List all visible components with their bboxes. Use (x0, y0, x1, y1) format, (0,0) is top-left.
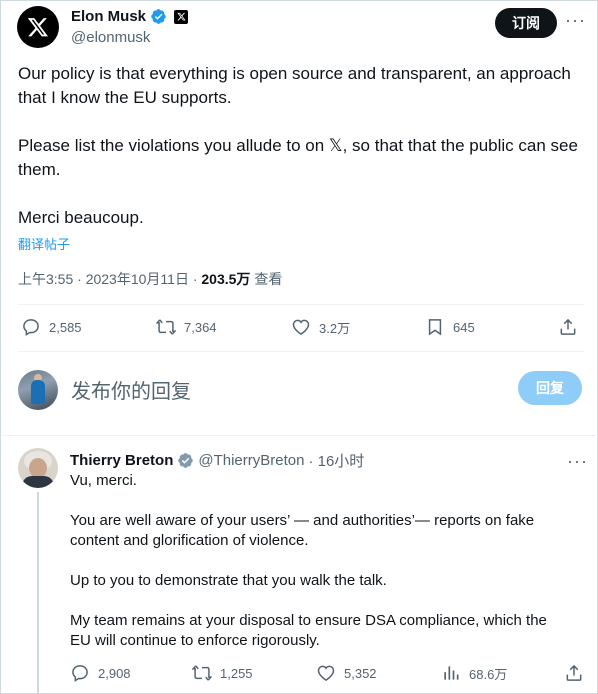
bookmark-count: 645 (453, 319, 475, 335)
reply-paragraph: Vu, merci. (70, 472, 137, 489)
reply-paragraph: My team remains at your disposal to ensu… (70, 612, 547, 649)
reply-action[interactable]: 2,585 (21, 317, 82, 337)
author-name-row: Elon Musk (71, 8, 189, 25)
tweet-detail-panel: Elon Musk @elonmusk 订阅 ··· Our policy is… (0, 0, 598, 694)
repost-action[interactable]: 1,255 (192, 663, 253, 683)
share-action[interactable] (558, 317, 578, 337)
reply-time[interactable]: · 16小时 (308, 450, 364, 471)
more-icon[interactable]: ··· (567, 452, 588, 470)
thread-line (37, 492, 39, 694)
reply-paragraph: Up to you to demonstrate that you walk t… (70, 572, 387, 589)
views-count: 68.6万 (469, 666, 508, 682)
reply-button[interactable]: 回复 (518, 371, 582, 405)
divider (1, 435, 598, 436)
share-icon (566, 664, 582, 681)
views-count: 203.5万 (201, 271, 251, 287)
like-action[interactable]: 3.2万 (291, 317, 350, 337)
reply-action[interactable]: 2,908 (70, 663, 131, 683)
repost-count: 1,255 (220, 665, 253, 681)
reply-author-avatar[interactable] (18, 448, 58, 488)
bookmark-icon (428, 319, 442, 336)
like-icon (317, 665, 335, 681)
author-handle[interactable]: @elonmusk (71, 29, 150, 46)
like-count: 3.2万 (319, 320, 351, 336)
views-label: 查看 (250, 271, 283, 287)
reply-count: 2,585 (49, 319, 82, 335)
views-action[interactable]: 68.6万 (441, 663, 507, 683)
verified-badge-icon[interactable] (150, 8, 167, 25)
reply-paragraph: You are well aware of your users’ — and … (70, 512, 535, 549)
reply-text: Vu, merci. You are well aware of your us… (70, 471, 570, 671)
reply-header: Thierry Breton @ThierryBreton · 16小时 (70, 450, 364, 471)
government-badge-icon[interactable] (177, 452, 194, 469)
reply-icon (72, 665, 88, 682)
repost-count: 7,364 (184, 319, 217, 335)
divider (18, 351, 584, 352)
subscribe-button[interactable]: 订阅 (495, 8, 557, 38)
bookmark-action[interactable]: 645 (425, 317, 475, 337)
like-icon (292, 319, 310, 335)
reply-author-handle[interactable]: @ThierryBreton (198, 452, 304, 469)
author-avatar[interactable] (17, 6, 59, 48)
x-logo-icon (27, 18, 48, 37)
repost-icon (192, 665, 212, 681)
tweet-paragraph: Merci beaucoup. (18, 208, 144, 227)
reply-count: 2,908 (98, 665, 131, 681)
repost-action[interactable]: 7,364 (156, 317, 217, 337)
repost-icon (156, 319, 176, 335)
reply-author-name[interactable]: Thierry Breton (70, 452, 173, 469)
translate-post-link[interactable]: 翻译帖子 (18, 234, 70, 253)
tweet-text: Our policy is that everything is open so… (18, 62, 578, 230)
share-action[interactable] (564, 663, 584, 683)
views-icon (444, 666, 459, 680)
like-action[interactable]: 5,352 (316, 663, 377, 683)
divider (18, 304, 584, 305)
reply-action-bar: 2,908 1,255 5,352 68.6万 (70, 663, 585, 683)
tweet-paragraph: Please list the violations you allude to… (18, 136, 578, 179)
current-user-avatar[interactable] (18, 370, 58, 410)
share-icon (560, 318, 576, 335)
like-count: 5,352 (344, 665, 377, 681)
timestamp[interactable]: 上午3:55 · 2023年10月11日 · (18, 271, 201, 287)
reply-icon (23, 319, 39, 336)
action-bar: 2,585 7,364 3.2万 645 (21, 317, 581, 341)
author-name[interactable]: Elon Musk (71, 8, 146, 25)
more-icon[interactable]: ··· (565, 11, 586, 29)
tweet-meta: 上午3:55 · 2023年10月11日 · 203.5万 查看 (18, 269, 282, 289)
x-affiliate-badge-icon[interactable] (174, 9, 189, 24)
reply-input[interactable]: 发布你的回复 (71, 375, 191, 404)
tweet-paragraph: Our policy is that everything is open so… (18, 64, 571, 107)
